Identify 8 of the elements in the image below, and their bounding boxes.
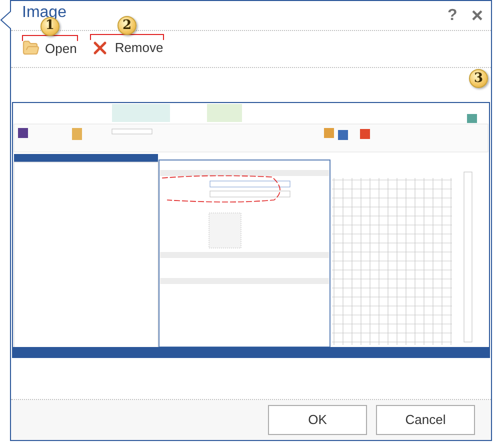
callout-number: 2: [118, 16, 137, 35]
dialog-button[interactable]: Cancel: [376, 405, 475, 435]
dialog-button[interactable]: OK: [268, 405, 367, 435]
open-button[interactable]: Open: [22, 38, 78, 58]
close-button[interactable]: ×: [471, 6, 483, 26]
folder-icon: [22, 39, 40, 58]
help-button[interactable]: ?: [448, 8, 458, 24]
remove-button[interactable]: Remove: [90, 38, 164, 58]
